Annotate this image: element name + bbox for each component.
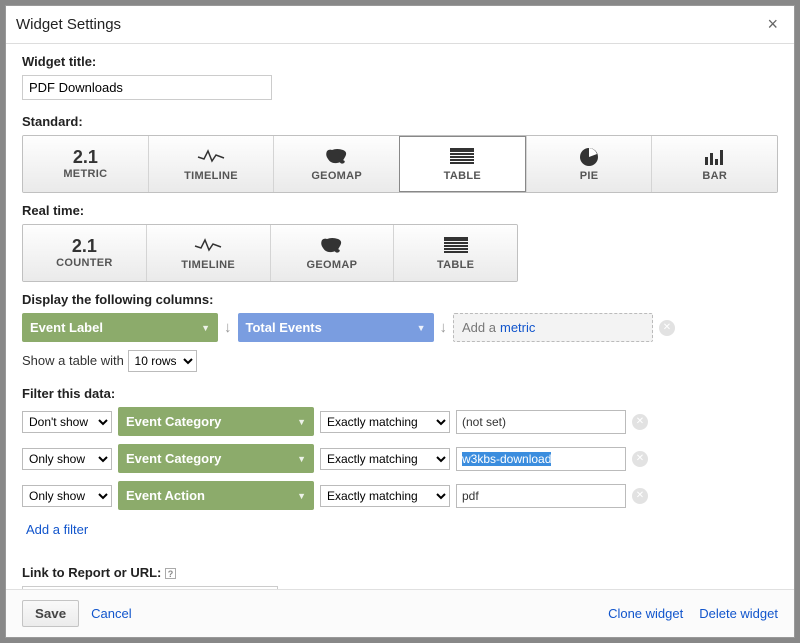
remove-filter-icon[interactable]: ✕ (632, 451, 648, 467)
clone-widget-link[interactable]: Clone widget (608, 606, 683, 621)
columns-label: Display the following columns: (22, 292, 778, 307)
filter-row: Only show Event Category ▼ Exactly match… (22, 444, 778, 473)
chevron-down-icon: ▼ (417, 323, 426, 333)
type-geomap[interactable]: GEOMAP (273, 136, 399, 192)
counter-icon: 2.1 (72, 237, 97, 255)
dialog-footer: Save Cancel Clone widget Delete widget (6, 589, 794, 637)
filter-match-select[interactable]: Exactly matching (320, 411, 450, 433)
filter-condition-select[interactable]: Don't show (22, 411, 112, 433)
filter-row: Only show Event Action ▼ Exactly matchin… (22, 481, 778, 510)
dimension-dropdown[interactable]: Event Label ▼ (22, 313, 218, 342)
filter-value-input[interactable]: pdf (456, 484, 626, 508)
type-metric[interactable]: 2.1 METRIC (23, 136, 148, 192)
rows-label: Show a table with (22, 353, 124, 368)
remove-icon[interactable]: ✕ (659, 320, 675, 336)
filter-dimension-value: Event Category (126, 451, 221, 466)
rt-type-table[interactable]: TABLE (393, 225, 517, 281)
filter-dimension-value: Event Action (126, 488, 205, 503)
type-timeline-label: TIMELINE (184, 170, 238, 182)
filters-label: Filter this data: (22, 386, 778, 401)
filter-match-select[interactable]: Exactly matching (320, 485, 450, 507)
type-table-label: TABLE (444, 170, 481, 182)
type-geomap-label: GEOMAP (311, 170, 362, 182)
filter-value-input[interactable]: (not set) (456, 410, 626, 434)
filters-section: Filter this data: Don't show Event Categ… (22, 386, 778, 551)
rows-select[interactable]: 10 rows (128, 350, 197, 372)
filter-row: Don't show Event Category ▼ Exactly matc… (22, 407, 778, 436)
add-filter-link[interactable]: Add a filter (26, 522, 88, 537)
metric-dropdown[interactable]: Total Events ▼ (238, 313, 434, 342)
rows-count-row: Show a table with 10 rows (22, 350, 778, 372)
timeline-icon (196, 146, 226, 168)
metric-value: Total Events (246, 320, 322, 335)
filter-dimension-dropdown[interactable]: Event Category ▼ (118, 444, 314, 473)
pie-icon (574, 146, 604, 168)
close-icon[interactable]: × (761, 14, 784, 35)
filter-dimension-dropdown[interactable]: Event Action ▼ (118, 481, 314, 510)
add-metric-link: metric (500, 320, 535, 335)
filter-condition-select[interactable]: Only show (22, 485, 112, 507)
geomap-icon (322, 146, 352, 168)
rt-geomap-label: GEOMAP (307, 259, 358, 271)
type-metric-label: METRIC (63, 168, 107, 180)
geomap-icon (317, 235, 347, 257)
realtime-type-strip: 2.1 COUNTER TIMELINE GEOMAP TABLE (22, 224, 518, 282)
arrow-down-icon: ↓ (224, 319, 232, 336)
arrow-down-icon: ↓ (440, 319, 448, 336)
link-to-field: Link to Report or URL: ? (22, 565, 778, 589)
delete-widget-link[interactable]: Delete widget (699, 606, 778, 621)
remove-filter-icon[interactable]: ✕ (632, 414, 648, 430)
rt-type-timeline[interactable]: TIMELINE (146, 225, 270, 281)
chevron-down-icon: ▼ (297, 417, 306, 427)
metric-icon: 2.1 (73, 148, 98, 166)
dialog-body: Widget title: Standard: 2.1 METRIC TIMEL… (6, 44, 794, 589)
filter-match-select[interactable]: Exactly matching (320, 448, 450, 470)
dialog-titlebar: Widget Settings × (6, 6, 794, 44)
add-metric-prefix: Add a (462, 320, 496, 335)
standard-type-strip: 2.1 METRIC TIMELINE GEOMAP TABLE (22, 135, 778, 193)
dialog-title: Widget Settings (16, 16, 121, 33)
cancel-link[interactable]: Cancel (91, 606, 131, 621)
filter-value-input[interactable]: w3kbs-download (456, 447, 626, 471)
realtime-label: Real time: (22, 203, 778, 218)
link-to-label: Link to Report or URL: ? (22, 565, 778, 580)
table-icon (447, 146, 477, 168)
widget-title-label: Widget title: (22, 54, 778, 69)
standard-label: Standard: (22, 114, 778, 129)
dimension-value: Event Label (30, 320, 103, 335)
chevron-down-icon: ▼ (201, 323, 210, 333)
rt-timeline-label: TIMELINE (181, 259, 235, 271)
type-pie[interactable]: PIE (526, 136, 652, 192)
help-icon[interactable]: ? (165, 568, 176, 579)
filter-dimension-dropdown[interactable]: Event Category ▼ (118, 407, 314, 436)
type-pie-label: PIE (580, 170, 599, 182)
add-metric-dropdown[interactable]: Add a metric (453, 313, 653, 342)
save-button[interactable]: Save (22, 600, 79, 627)
remove-filter-icon[interactable]: ✕ (632, 488, 648, 504)
type-table[interactable]: TABLE (399, 136, 526, 192)
chevron-down-icon: ▼ (297, 454, 306, 464)
rt-table-label: TABLE (437, 259, 474, 271)
widget-settings-dialog: Widget Settings × Widget title: Standard… (5, 5, 795, 638)
widget-title-field: Widget title: (22, 54, 778, 100)
rt-counter-label: COUNTER (56, 257, 113, 269)
rt-type-geomap[interactable]: GEOMAP (270, 225, 394, 281)
filter-dimension-value: Event Category (126, 414, 221, 429)
columns-section: Display the following columns: Event Lab… (22, 292, 778, 372)
filter-condition-select[interactable]: Only show (22, 448, 112, 470)
chevron-down-icon: ▼ (297, 491, 306, 501)
type-bar-label: BAR (702, 170, 727, 182)
rt-type-counter[interactable]: 2.1 COUNTER (23, 225, 146, 281)
bar-icon (700, 146, 730, 168)
timeline-icon (193, 235, 223, 257)
columns-row: Event Label ▼ ↓ Total Events ▼ ↓ Add a m… (22, 313, 778, 342)
type-bar[interactable]: BAR (651, 136, 777, 192)
widget-title-input[interactable] (22, 75, 272, 100)
table-icon (441, 235, 471, 257)
type-timeline[interactable]: TIMELINE (148, 136, 274, 192)
